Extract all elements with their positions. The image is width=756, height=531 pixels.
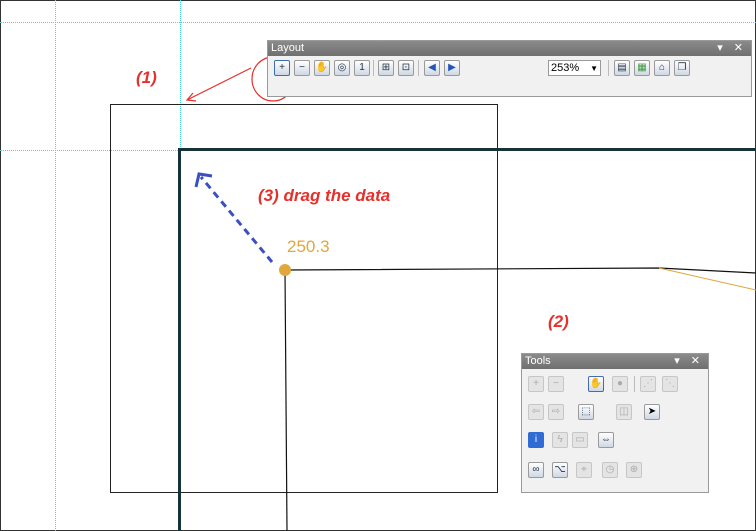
- data-driven-pages-icon[interactable]: ❐: [674, 60, 690, 76]
- pointer-arrow-head: [185, 92, 197, 102]
- zoom-in-icon[interactable]: +: [528, 376, 544, 392]
- pointer-arrow-shaft: [186, 67, 252, 101]
- map-line-horizontal: [284, 267, 756, 274]
- map-line-orange: [658, 267, 756, 291]
- previous-extent-icon[interactable]: ◀: [424, 60, 440, 76]
- identify-icon[interactable]: i: [528, 432, 544, 448]
- layout-toolbar-title: Layout: [271, 42, 305, 54]
- change-layout-icon[interactable]: ⌂: [654, 60, 670, 76]
- layout-toolbar[interactable]: Layout ▾ ✕ + − ✋ ◎ 1 ⊞ ⊡ ◀ ▶ 253% ▼ ▤ ▦ …: [267, 40, 752, 97]
- create-viewer-window-icon[interactable]: ⊕: [626, 462, 642, 478]
- toolbar-separator: [418, 60, 419, 76]
- back-icon[interactable]: ⇦: [528, 404, 544, 420]
- layout-view[interactable]: (1) (2) (3) drag the data 250.3 Layout ▾…: [0, 0, 756, 531]
- measure-icon[interactable]: ⇔: [598, 432, 614, 448]
- annotation-step-3: (3) drag the data: [258, 186, 391, 205]
- clear-selection-icon[interactable]: ◫: [616, 404, 632, 420]
- fixed-zoom-in-icon[interactable]: ⊞: [378, 60, 394, 76]
- pan-icon[interactable]: ✋: [314, 60, 330, 76]
- fixed-zoom-out-icon[interactable]: ⋱: [662, 376, 678, 392]
- toolbar-separator: [373, 60, 374, 76]
- zoom-100-icon[interactable]: 1: [354, 60, 370, 76]
- forward-icon[interactable]: ⇨: [548, 404, 564, 420]
- toolbar-menu-close-icon[interactable]: ▾ ✕: [717, 41, 747, 56]
- focus-data-frame-icon[interactable]: ▦: [634, 60, 650, 76]
- zoom-out-icon[interactable]: −: [548, 376, 564, 392]
- zoom-in-icon[interactable]: +: [274, 60, 290, 76]
- tools-toolbar[interactable]: Tools ▾ ✕ + − ✋ ● ⋰ ⋱ ⇦ ⇨ ⬚ ◫ ➤ i ϟ ▭ ⇔ …: [521, 353, 709, 493]
- select-elements-icon[interactable]: ➤: [644, 404, 660, 420]
- zoom-percent-value: 253%: [551, 62, 580, 74]
- tools-toolbar-title: Tools: [525, 355, 551, 367]
- time-slider-icon[interactable]: ◷: [602, 462, 618, 478]
- find-icon[interactable]: ∞: [528, 462, 544, 478]
- toolbar-separator: [634, 376, 635, 392]
- toolbar-separator: [608, 60, 609, 76]
- select-features-icon[interactable]: ⬚: [578, 404, 594, 420]
- fixed-zoom-out-icon[interactable]: ⊡: [398, 60, 414, 76]
- tools-toolbar-titlebar[interactable]: Tools ▾ ✕: [522, 354, 708, 369]
- map-line-vertical: [284, 269, 288, 531]
- annotation-step-2: (2): [548, 312, 569, 331]
- full-extent-icon[interactable]: ●: [612, 376, 628, 392]
- layout-toolbar-titlebar[interactable]: Layout ▾ ✕: [268, 41, 751, 56]
- toolbar-menu-close-icon[interactable]: ▾ ✕: [674, 354, 704, 369]
- toggle-draft-mode-icon[interactable]: ▤: [614, 60, 630, 76]
- hyperlink-icon[interactable]: ϟ: [552, 432, 568, 448]
- chevron-down-icon: ▼: [590, 64, 598, 73]
- zoom-out-icon[interactable]: −: [294, 60, 310, 76]
- zoom-whole-page-icon[interactable]: ◎: [334, 60, 350, 76]
- find-route-icon[interactable]: ⌥: [552, 462, 568, 478]
- data-point-marker: [279, 264, 291, 276]
- fixed-zoom-in-icon[interactable]: ⋰: [640, 376, 656, 392]
- next-extent-icon[interactable]: ▶: [444, 60, 460, 76]
- html-popup-icon[interactable]: ▭: [572, 432, 588, 448]
- zoom-percent-select[interactable]: 253% ▼: [548, 60, 601, 76]
- go-to-xy-icon[interactable]: ⌖: [576, 462, 592, 478]
- pan-icon[interactable]: ✋: [588, 376, 604, 392]
- data-point-label: 250.3: [287, 237, 330, 256]
- annotation-step-1: (1): [136, 68, 157, 87]
